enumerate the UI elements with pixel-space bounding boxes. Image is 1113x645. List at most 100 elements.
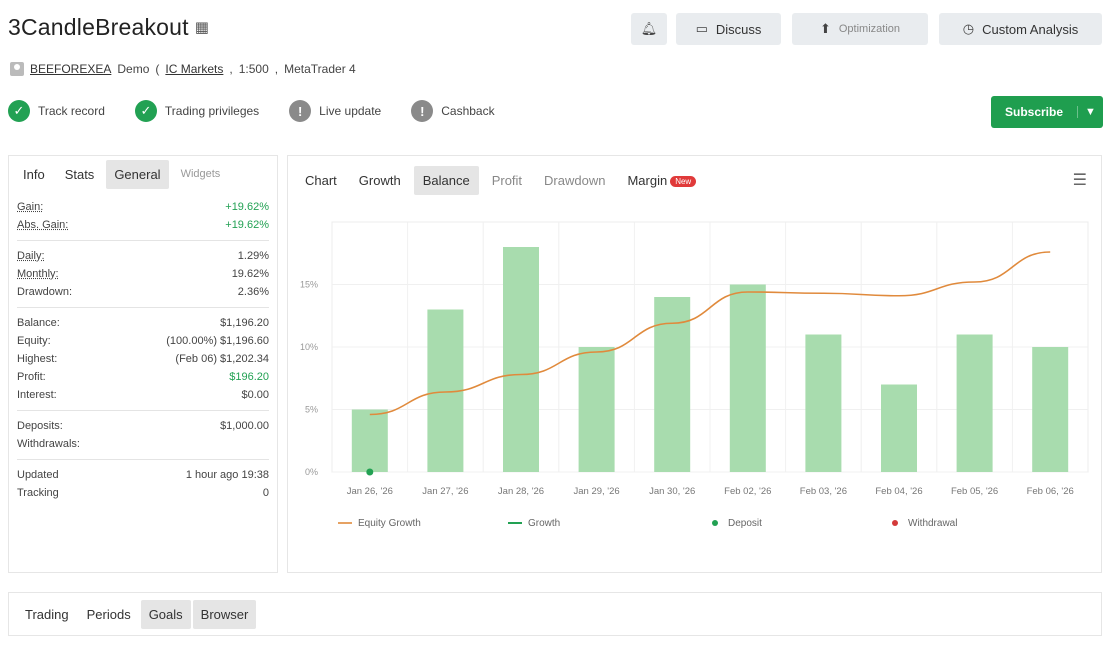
upload-icon: ⬆ — [819, 21, 831, 36]
monthly-label[interactable]: Monthly: — [17, 268, 59, 280]
tab-trading[interactable]: Trading — [17, 600, 77, 629]
tab-profit[interactable]: Profit — [483, 166, 531, 195]
y-tick-label: 15% — [300, 280, 318, 290]
tab-general[interactable]: General — [106, 159, 169, 189]
chart-tabs: Chart Growth Balance Profit Drawdown Mar… — [288, 156, 1101, 204]
tab-growth[interactable]: Growth — [350, 166, 410, 195]
optimization-button[interactable]: ⬆ Optimization — [792, 13, 928, 45]
header: 3CandleBreakout ▦ 🔔︎ ▭ Discuss ⬆ Optimiza… — [0, 0, 1113, 56]
growth-bar — [503, 247, 539, 472]
updated-label: Updated — [17, 469, 59, 481]
legend-label: Growth — [528, 518, 560, 529]
owner-link[interactable]: BEEFOREXEA — [30, 62, 111, 76]
y-tick-label: 0% — [305, 467, 318, 477]
x-tick-label: Jan 26, '26 — [347, 486, 393, 497]
custom-analysis-button[interactable]: ◷ Custom Analysis — [939, 13, 1102, 45]
margin-label: Margin — [627, 172, 668, 188]
x-tick-label: Jan 27, '26 — [422, 486, 468, 497]
tab-browser[interactable]: Browser — [192, 599, 257, 629]
badge-cashback[interactable]: ! Cashback — [411, 98, 495, 124]
platform: MetaTrader 4 — [284, 62, 356, 76]
account-meta: BEEFOREXEA Demo(IC Markets, 1:500, MetaT… — [10, 60, 356, 78]
badge-live-update[interactable]: ! Live update — [289, 98, 381, 124]
bell-icon: 🔔︎ — [640, 21, 658, 36]
check-icon: ✓ — [8, 100, 30, 122]
discuss-button[interactable]: ▭ Discuss — [676, 13, 781, 45]
growth-bar — [578, 347, 615, 472]
stat-row: Profit: $196.20 — [17, 368, 269, 386]
user-icon — [10, 62, 24, 76]
chart-panel: Chart Growth Balance Profit Drawdown Mar… — [287, 155, 1102, 573]
x-tick-label: Feb 02, '26 — [724, 486, 771, 497]
x-tick-label: Feb 06, '26 — [1027, 486, 1074, 497]
stat-row: Abs. Gain: +19.62% — [17, 216, 269, 234]
account-broker-link[interactable]: IC Markets — [165, 62, 223, 76]
tab-chart[interactable]: Chart — [296, 166, 346, 195]
deposit-marker — [366, 468, 374, 476]
balance-label: Balance: — [17, 317, 60, 329]
equity-value: (100.00%) $1,196.60 — [166, 335, 269, 347]
y-tick-label: 10% — [300, 342, 318, 352]
verification-badges: ✓ Track record ✓ Trading privileges ! Li… — [8, 98, 525, 124]
comment-icon: ▭ — [695, 21, 708, 36]
daily-label[interactable]: Daily: — [17, 250, 45, 262]
tab-margin[interactable]: Margin New — [618, 166, 705, 195]
account-type: Demo — [117, 62, 150, 76]
settings-sliders-icon[interactable]: ☰ — [1073, 170, 1087, 190]
optimization-label: Optimization — [838, 23, 901, 35]
tab-info[interactable]: Info — [15, 160, 53, 189]
tab-stats[interactable]: Stats — [57, 160, 103, 189]
gain-label[interactable]: Gain: — [17, 201, 43, 213]
x-tick-label: Feb 03, '26 — [800, 486, 847, 497]
stat-row: Interest: $0.00 — [17, 386, 269, 404]
growth-bar — [956, 334, 993, 472]
chevron-down-icon[interactable]: ▼ — [1077, 106, 1103, 118]
growth-bar — [729, 284, 766, 472]
y-tick-label: 5% — [305, 405, 318, 415]
tracking-label: Tracking — [17, 487, 59, 499]
x-tick-label: Jan 28, '26 — [498, 486, 544, 497]
tab-widgets[interactable]: Widgets — [173, 161, 229, 187]
tab-balance[interactable]: Balance — [413, 165, 479, 195]
badge-track-record[interactable]: ✓ Track record — [8, 98, 105, 124]
stat-row: Updated 1 hour ago 19:38 — [17, 466, 269, 484]
legend-label: Deposit — [728, 518, 762, 529]
tab-goals[interactable]: Goals — [140, 599, 191, 629]
new-badge: New — [670, 175, 697, 187]
monthly-value: 19.62% — [231, 268, 269, 280]
bottom-tabs: Trading Periods Goals Browser — [8, 592, 1102, 636]
badge-trading-privileges[interactable]: ✓ Trading privileges — [134, 98, 259, 124]
abs-gain-label[interactable]: Abs. Gain: — [17, 219, 68, 231]
deposits-label: Deposits: — [17, 420, 63, 432]
subscribe-label: Subscribe — [1004, 105, 1064, 119]
stat-row: Drawdown: 2.36% — [17, 283, 269, 301]
x-tick-label: Feb 05, '26 — [951, 486, 998, 497]
custom-analysis-label: Custom Analysis — [982, 21, 1079, 37]
divider — [17, 410, 269, 411]
stat-row: Tracking 0 — [17, 484, 269, 502]
stat-row: Monthly: 19.62% — [17, 265, 269, 283]
tab-drawdown[interactable]: Drawdown — [535, 166, 614, 195]
notify-button[interactable]: 🔔︎ — [631, 13, 667, 45]
daily-value: 1.29% — [237, 250, 269, 262]
stat-row: Balance: $1,196.20 — [17, 314, 269, 332]
x-tick-label: Jan 29, '26 — [574, 486, 620, 497]
interest-value: $0.00 — [241, 389, 269, 401]
qr-code-icon[interactable]: ▦ — [195, 18, 209, 36]
growth-chart: 0% 5% 10% 15% Jan 26, '26 Jan 27, '26 Jan 28, … — [300, 221, 1089, 529]
system-title: 3CandleBreakout ▦ — [8, 14, 209, 41]
legend-dot-swatch — [892, 520, 898, 526]
x-tick-label: Jan 30, '26 — [649, 486, 695, 497]
legend-dot-swatch — [712, 520, 718, 526]
divider — [17, 459, 269, 460]
system-title-text: 3CandleBreakout — [8, 14, 189, 40]
tracking-value: 0 — [262, 487, 269, 499]
discuss-label: Discuss — [715, 21, 762, 37]
tab-periods[interactable]: Periods — [79, 600, 139, 629]
updated-value: 1 hour ago 19:38 — [185, 469, 269, 481]
gain-value: +19.62% — [225, 201, 269, 213]
subscribe-button[interactable]: Subscribe ▼ — [991, 96, 1103, 128]
stat-row: Highest: (Feb 06) $1,202.34 — [17, 350, 269, 368]
stat-row: Daily: 1.29% — [17, 247, 269, 265]
growth-bar — [1032, 347, 1069, 472]
